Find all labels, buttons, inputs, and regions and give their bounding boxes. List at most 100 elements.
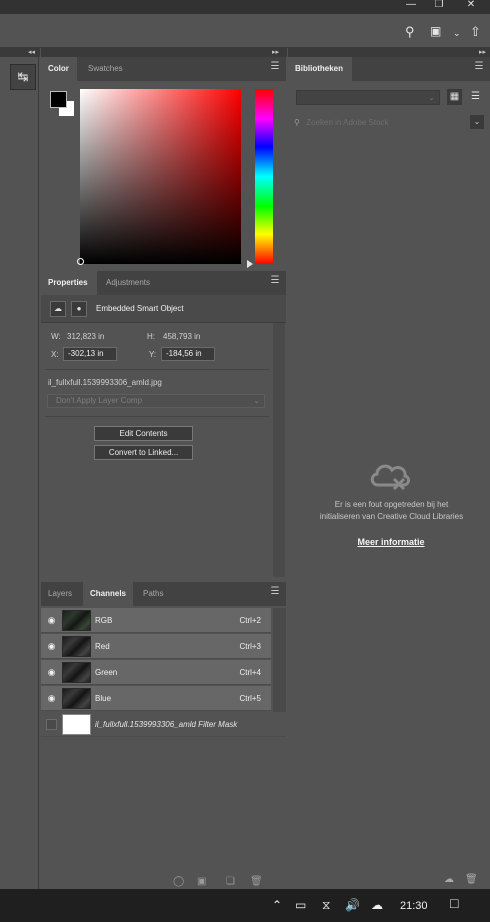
channel-name: Red (95, 642, 110, 651)
show-hidden-icons-icon[interactable]: ⌃ (272, 899, 282, 912)
clock[interactable]: 21:30 (400, 900, 428, 912)
foreground-color-swatch[interactable] (50, 91, 67, 108)
share-icon[interactable]: ⇧ (470, 25, 481, 38)
channels-panel-tabbar: Layers Channels Paths ☰ (41, 582, 286, 606)
trash-icon[interactable]: 🗑 (250, 876, 263, 887)
tab-libraries[interactable]: Bibliotheken (288, 57, 352, 81)
chevron-down-icon: ⌄ (253, 396, 260, 405)
hue-slider[interactable] (255, 89, 273, 264)
eye-icon[interactable]: ◉ (46, 615, 57, 626)
channel-shortcut: Ctrl+2 (239, 616, 261, 625)
search-icon[interactable]: ⚲ (405, 25, 415, 38)
save-selection-icon[interactable]: ▣ (197, 876, 206, 887)
eye-icon[interactable]: ◉ (46, 693, 57, 704)
history-icon[interactable]: ↹ (10, 64, 36, 90)
expand-arrows-icon[interactable]: ▸▸ (479, 48, 486, 57)
eye-icon[interactable]: ◉ (46, 667, 57, 678)
collapse-arrows-icon[interactable]: ◂◂ (28, 48, 35, 57)
panel-menu-icon[interactable]: ☰ (269, 586, 281, 598)
chevron-down-icon[interactable]: ⌄ (453, 27, 461, 40)
restore-icon[interactable]: ❐ (426, 0, 452, 14)
color-panel-tabbar: Color Swatches ☰ (41, 57, 286, 81)
grid-view-icon[interactable]: ▦ (447, 89, 462, 105)
notifications-icon[interactable]: □ (450, 896, 458, 910)
search-icon: ⚲ (294, 118, 300, 127)
new-channel-icon[interactable]: ❏ (226, 876, 235, 887)
onedrive-upload-icon[interactable]: ☁ (371, 899, 383, 912)
eye-icon[interactable]: ◉ (46, 641, 57, 652)
close-icon[interactable]: ✕ (458, 0, 484, 14)
mask-thumbnail (62, 714, 91, 735)
channels-scrollbar[interactable] (273, 608, 286, 712)
tab-color[interactable]: Color (41, 57, 77, 81)
panel-menu-icon[interactable]: ☰ (269, 61, 281, 73)
options-bar: ⚲ ▣ ⌄ ⇧ (0, 14, 490, 48)
tab-channels[interactable]: Channels (83, 582, 133, 606)
search-filter-dropdown[interactable]: ⌄ (470, 115, 484, 129)
properties-panel-tabbar: Properties Adjustments ☰ (41, 271, 286, 295)
channel-name: Blue (95, 694, 112, 703)
channel-thumbnail (62, 610, 91, 631)
visibility-toggle[interactable] (46, 719, 57, 730)
tab-properties[interactable]: Properties (41, 271, 97, 295)
toolbar-collapse-bar[interactable]: ◂◂ (0, 48, 40, 57)
channel-shortcut: Ctrl+5 (239, 694, 261, 703)
library-select[interactable]: ⌄ (296, 90, 440, 105)
list-view-icon[interactable]: ☰ (468, 89, 483, 105)
chevron-down-icon: ⌄ (428, 93, 435, 102)
workspace-icon[interactable]: ▣ (430, 25, 441, 38)
channel-row-red[interactable]: ◉ Red Ctrl+3 (41, 634, 271, 659)
layer-comp-dropdown[interactable]: Don't Apply Layer Comp ⌄ (47, 394, 265, 408)
trash-icon[interactable]: 🗑 (465, 874, 478, 885)
taskbar: ⌃ ▭ ⧖ 🔊 ☁ 21:30 □ (0, 889, 490, 922)
properties-header: ☁ ● Embedded Smart Object (41, 295, 286, 323)
channel-name: Green (95, 668, 118, 677)
search-placeholder: Zoeken in Adobe Stock (306, 118, 389, 127)
volume-icon[interactable]: 🔊 (345, 899, 360, 912)
wifi-icon[interactable]: ⧖ (322, 899, 330, 912)
tab-adjustments[interactable]: Adjustments (99, 271, 157, 295)
mask-icon[interactable]: ● (71, 301, 87, 317)
battery-icon[interactable]: ▭ (295, 899, 306, 912)
error-line-2: initialiseren van Creative Cloud Librari… (319, 512, 464, 521)
smart-object-icon[interactable]: ☁ (50, 301, 66, 317)
hue-slider-handle[interactable] (247, 260, 253, 268)
libraries-panel-tabbar: Bibliotheken ☰ (288, 57, 490, 81)
minimize-icon[interactable]: — (398, 0, 424, 14)
color-picker-cursor[interactable] (77, 258, 84, 265)
y-position-input[interactable]: -184,56 in (161, 347, 215, 361)
properties-scrollbar[interactable] (273, 323, 285, 577)
channel-row-blue[interactable]: ◉ Blue Ctrl+5 (41, 686, 271, 711)
stock-search-input[interactable]: ⚲ Zoeken in Adobe Stock (294, 115, 484, 130)
load-selection-icon[interactable]: ◯ (173, 876, 184, 887)
channel-name: il_fullxfull.1539993306_amld Filter Mask (95, 720, 238, 729)
channel-shortcut: Ctrl+3 (239, 642, 261, 651)
expand-arrows-icon[interactable]: ▸▸ (272, 48, 279, 57)
height-value[interactable]: 458,793 in (163, 332, 200, 341)
x-label: X: (51, 350, 59, 359)
properties-panel: Properties Adjustments ☰ ☁ ● Embedded Sm… (41, 271, 286, 578)
channel-shortcut: Ctrl+4 (239, 668, 261, 677)
tab-paths[interactable]: Paths (136, 582, 170, 606)
channel-row-rgb[interactable]: ◉ RGB Ctrl+2 (41, 608, 271, 633)
convert-to-linked-button[interactable]: Convert to Linked... (94, 445, 193, 460)
creative-cloud-icon[interactable]: ☁ (444, 874, 454, 885)
tab-layers[interactable]: Layers (41, 582, 79, 606)
libraries-collapse-bar[interactable]: ▸▸ (288, 48, 490, 57)
width-value[interactable]: 312,823 in (67, 332, 104, 341)
color-saturation-field[interactable] (80, 89, 241, 264)
edit-contents-button[interactable]: Edit Contents (94, 426, 193, 441)
window-title-bar: — ❐ ✕ (0, 0, 490, 14)
more-info-link[interactable]: Meer informatie (288, 537, 490, 547)
panel-menu-icon[interactable]: ☰ (269, 275, 281, 287)
library-error-message: Er is een fout opgetreden bij het initia… (300, 499, 483, 523)
channel-row-filter-mask[interactable]: il_fullxfull.1539993306_amld Filter Mask (41, 712, 286, 737)
width-label: W: (51, 332, 61, 341)
panel-menu-icon[interactable]: ☰ (473, 61, 485, 73)
creative-cloud-error-icon (370, 464, 410, 491)
x-position-input[interactable]: -302,13 in (63, 347, 117, 361)
properties-title: Embedded Smart Object (96, 304, 184, 313)
dock-collapse-bar[interactable]: ▸▸ (41, 48, 287, 57)
channel-row-green[interactable]: ◉ Green Ctrl+4 (41, 660, 271, 685)
tab-swatches[interactable]: Swatches (81, 57, 130, 81)
